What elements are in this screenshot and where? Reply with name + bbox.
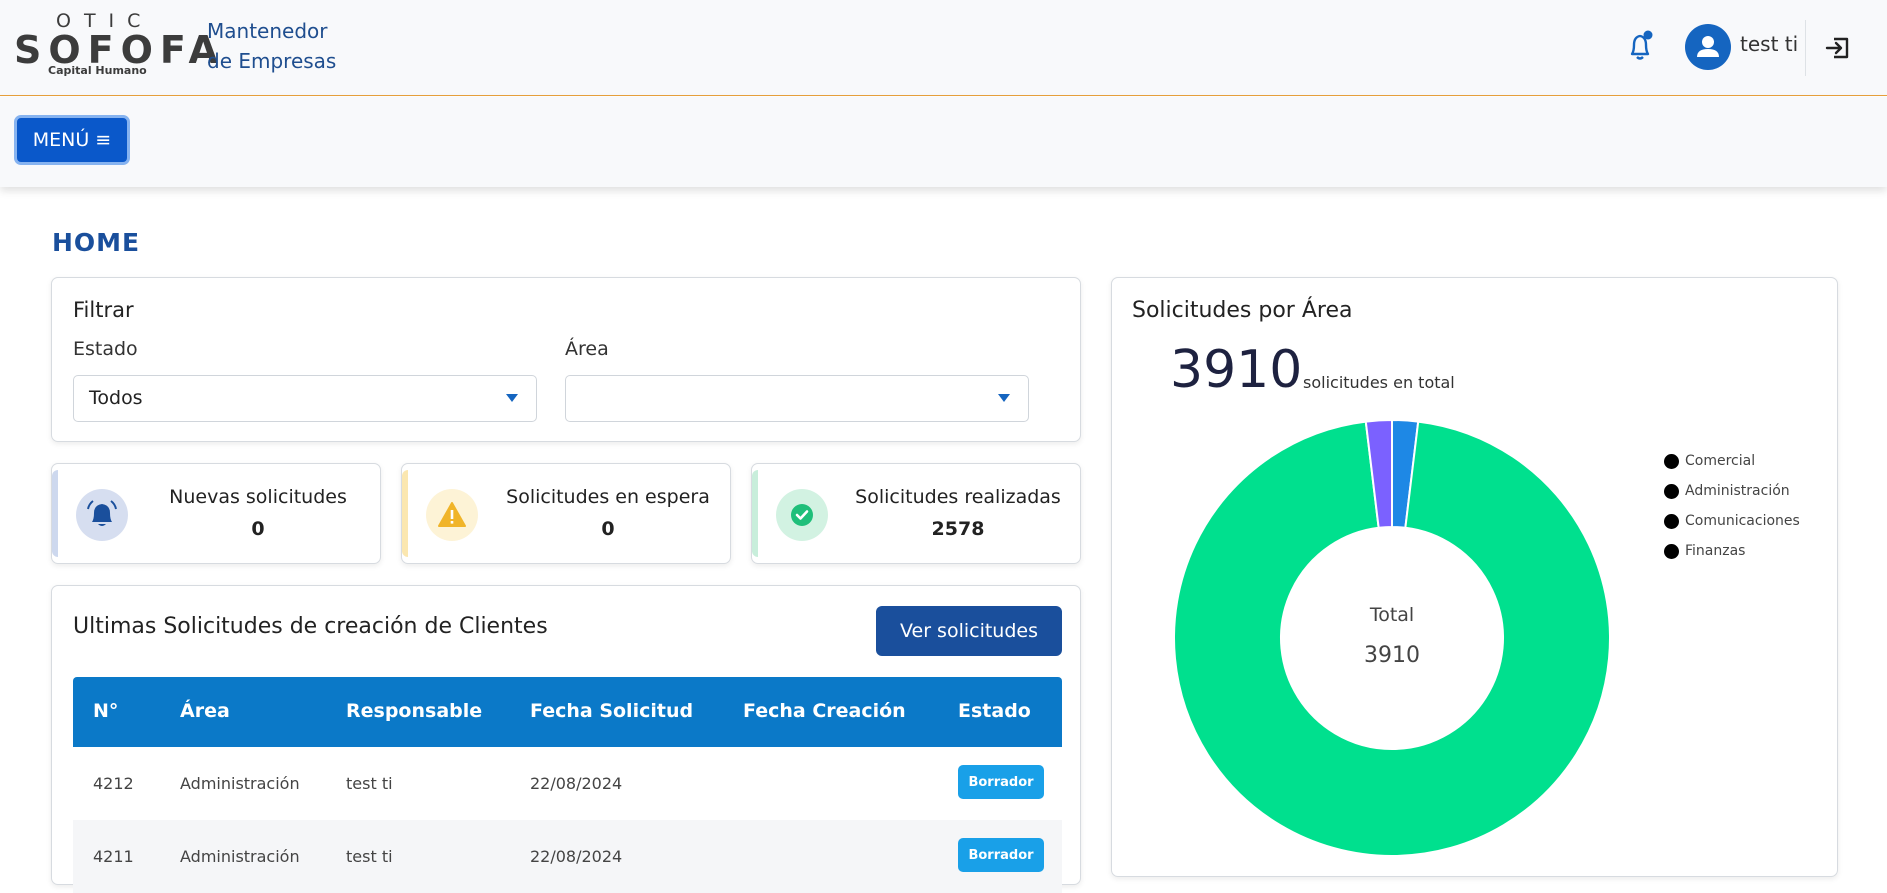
top-header: OTIC SOFOFA Capital Humano Mantenedor de… bbox=[0, 0, 1887, 96]
stat-accent bbox=[402, 470, 408, 557]
filter-title: Filtrar bbox=[73, 298, 134, 322]
stat-value: 2578 bbox=[931, 518, 985, 540]
legend-dot-icon bbox=[1664, 483, 1679, 499]
user-name[interactable]: test ti bbox=[1740, 32, 1798, 56]
legend-item[interactable]: Comercial bbox=[1664, 446, 1800, 476]
warning-icon bbox=[426, 489, 478, 541]
notifications-bell-icon[interactable] bbox=[1620, 26, 1660, 66]
stat-label: Solicitudes en espera bbox=[506, 486, 710, 508]
page-title: HOME bbox=[52, 228, 141, 257]
check-circle-icon bbox=[776, 489, 828, 541]
legend-item[interactable]: Comunicaciones bbox=[1664, 506, 1800, 536]
cell-area: Administración bbox=[180, 774, 300, 793]
estado-label: Estado bbox=[73, 338, 138, 360]
stat-card-espera: Solicitudes en espera 0 bbox=[401, 463, 731, 564]
stat-card-nuevas: Nuevas solicitudes 0 bbox=[51, 463, 381, 564]
latest-requests-title: Ultimas Solicitudes de creación de Clien… bbox=[73, 614, 548, 639]
center-label: Total bbox=[1369, 604, 1414, 626]
legend-item[interactable]: Finanzas bbox=[1664, 536, 1800, 566]
status-badge[interactable]: Borrador bbox=[958, 838, 1044, 872]
user-avatar[interactable] bbox=[1685, 24, 1731, 70]
column-header[interactable]: N° bbox=[93, 700, 118, 722]
cell-number: 4212 bbox=[93, 774, 134, 793]
app-title-line2: de Empresas bbox=[207, 49, 337, 73]
column-header[interactable]: Área bbox=[180, 700, 230, 722]
view-requests-button[interactable]: Ver solicitudes bbox=[876, 606, 1062, 656]
center-value: 3910 bbox=[1364, 643, 1420, 668]
column-header[interactable]: Responsable bbox=[346, 700, 482, 722]
area-chart-card: Solicitudes por Área 3910 solicitudes en… bbox=[1111, 277, 1838, 877]
stat-accent bbox=[52, 470, 58, 557]
chart-title: Solicitudes por Área bbox=[1132, 298, 1353, 323]
column-header[interactable]: Fecha Creación bbox=[743, 700, 906, 722]
cell-responsable: test ti bbox=[346, 774, 393, 793]
brand-logo[interactable]: OTIC SOFOFA Capital Humano bbox=[14, 10, 218, 77]
stat-accent bbox=[752, 470, 758, 557]
chevron-down-icon bbox=[506, 394, 518, 402]
estado-select-value: Todos bbox=[89, 387, 143, 409]
app-title: Mantenedor de Empresas bbox=[207, 16, 336, 76]
stat-value: 0 bbox=[251, 518, 265, 540]
stat-card-realizadas: Solicitudes realizadas 2578 bbox=[751, 463, 1081, 564]
header-divider bbox=[1805, 20, 1806, 76]
status-badge[interactable]: Borrador bbox=[958, 765, 1044, 799]
table-header: N° Área Responsable Fecha Solicitud Fech… bbox=[73, 677, 1062, 747]
area-label: Área bbox=[565, 338, 609, 360]
legend-label: Comercial bbox=[1685, 453, 1756, 469]
legend-label: Comunicaciones bbox=[1685, 513, 1800, 529]
area-select[interactable] bbox=[565, 375, 1029, 422]
estado-select[interactable]: Todos bbox=[73, 375, 537, 422]
legend-dot-icon bbox=[1664, 513, 1679, 529]
logo-sub-text: Capital Humano bbox=[48, 64, 147, 77]
legend-label: Administración bbox=[1685, 483, 1790, 499]
table-row[interactable]: 4212 Administración test ti 22/08/2024 B… bbox=[73, 747, 1062, 820]
stat-value: 0 bbox=[601, 518, 615, 540]
legend-item[interactable]: Administración bbox=[1664, 476, 1800, 506]
chevron-down-icon bbox=[998, 394, 1010, 402]
bell-icon bbox=[76, 489, 128, 541]
legend-label: Finanzas bbox=[1685, 543, 1746, 559]
toolbar: MENÚ ≡ bbox=[0, 97, 1887, 187]
total-count: 3910 bbox=[1170, 340, 1303, 400]
legend-dot-icon bbox=[1664, 543, 1679, 559]
donut-chart[interactable]: Total 3910 bbox=[1172, 418, 1612, 858]
menu-button[interactable]: MENÚ ≡ bbox=[14, 115, 130, 165]
logout-icon[interactable] bbox=[1820, 30, 1856, 66]
stat-label: Solicitudes realizadas bbox=[855, 486, 1061, 508]
stat-label: Nuevas solicitudes bbox=[169, 486, 347, 508]
latest-requests-card: Ultimas Solicitudes de creación de Clien… bbox=[51, 585, 1081, 893]
chart-legend: Comercial Administración Comunicaciones Fin… bbox=[1664, 446, 1800, 566]
cell-fecha-solicitud: 22/08/2024 bbox=[530, 774, 623, 793]
legend-dot-icon bbox=[1664, 453, 1679, 469]
filter-card: Filtrar Estado Todos Área bbox=[51, 277, 1081, 442]
app-title-line1: Mantenedor bbox=[207, 19, 328, 43]
column-header[interactable]: Estado bbox=[958, 700, 1031, 722]
total-caption: solicitudes en total bbox=[1303, 373, 1455, 392]
column-header[interactable]: Fecha Solicitud bbox=[530, 700, 693, 722]
